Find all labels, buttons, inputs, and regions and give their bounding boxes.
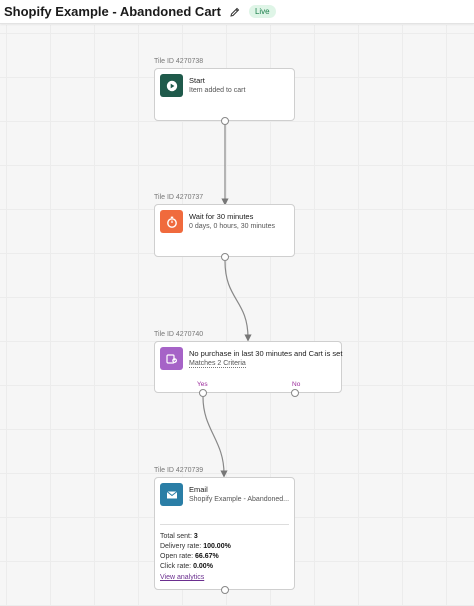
conditional-split-icon — [160, 347, 183, 370]
play-icon — [160, 74, 183, 97]
no-branch-label: No — [292, 381, 301, 388]
total-sent-value: 3 — [193, 533, 198, 540]
total-sent-stat: Total sent: 3 — [160, 533, 198, 540]
yes-output-port[interactable] — [199, 389, 207, 397]
envelope-icon — [160, 483, 183, 506]
split-tile-subtitle: Matches 2 Criteria — [189, 360, 246, 368]
tile-id-start: Tile ID 4270738 — [154, 58, 204, 65]
email-tile[interactable]: Email Shopify Example - Abandoned... Tot… — [154, 477, 295, 590]
status-badge: Live — [248, 5, 276, 18]
flow-title: Shopify Example - Abandoned Cart — [4, 4, 221, 19]
wait-tile[interactable]: Wait for 30 minutes 0 days, 0 hours, 30 … — [154, 204, 295, 257]
delivery-rate-stat: Delivery rate: 100.00% — [160, 543, 231, 550]
wait-tile-title: Wait for 30 minutes — [189, 212, 254, 221]
tile-id-split: Tile ID 4270740 — [154, 331, 204, 338]
open-rate-stat: Open rate: 66.67% — [160, 553, 219, 560]
start-tile[interactable]: Start Item added to cart — [154, 68, 295, 121]
click-rate-value: 0.00% — [193, 563, 213, 570]
criteria-count[interactable]: Matches 2 Criteria — [189, 360, 246, 368]
tile-id-wait: Tile ID 4270737 — [154, 194, 204, 201]
email-tile-subtitle: Shopify Example - Abandoned... — [189, 496, 290, 503]
email-output-port[interactable] — [221, 586, 229, 594]
delivery-rate-value: 100.00% — [203, 543, 231, 550]
pencil-icon[interactable] — [229, 6, 241, 18]
click-rate-stat: Click rate: 0.00% — [160, 563, 213, 570]
connector-split-email — [202, 396, 228, 478]
email-tile-title: Email — [189, 485, 208, 494]
timer-icon — [160, 210, 183, 233]
flow-header: Shopify Example - Abandoned Cart Live — [0, 0, 474, 24]
view-analytics-link[interactable]: View analytics — [160, 574, 204, 581]
wait-tile-subtitle: 0 days, 0 hours, 30 minutes — [189, 223, 275, 230]
start-tile-subtitle: Item added to cart — [189, 87, 246, 94]
no-output-port[interactable] — [291, 389, 299, 397]
start-tile-title: Start — [189, 76, 205, 85]
open-rate-value: 66.67% — [195, 553, 219, 560]
wait-output-port[interactable] — [221, 253, 229, 261]
conditional-split-tile[interactable]: No purchase in last 30 minutes and Cart … — [154, 341, 342, 393]
email-tile-divider — [160, 524, 289, 525]
split-tile-title: No purchase in last 30 minutes and Cart … — [189, 349, 343, 358]
yes-branch-label: Yes — [197, 381, 208, 388]
connector-wait-split — [224, 260, 252, 342]
start-output-port[interactable] — [221, 117, 229, 125]
tile-id-email: Tile ID 4270739 — [154, 467, 204, 474]
